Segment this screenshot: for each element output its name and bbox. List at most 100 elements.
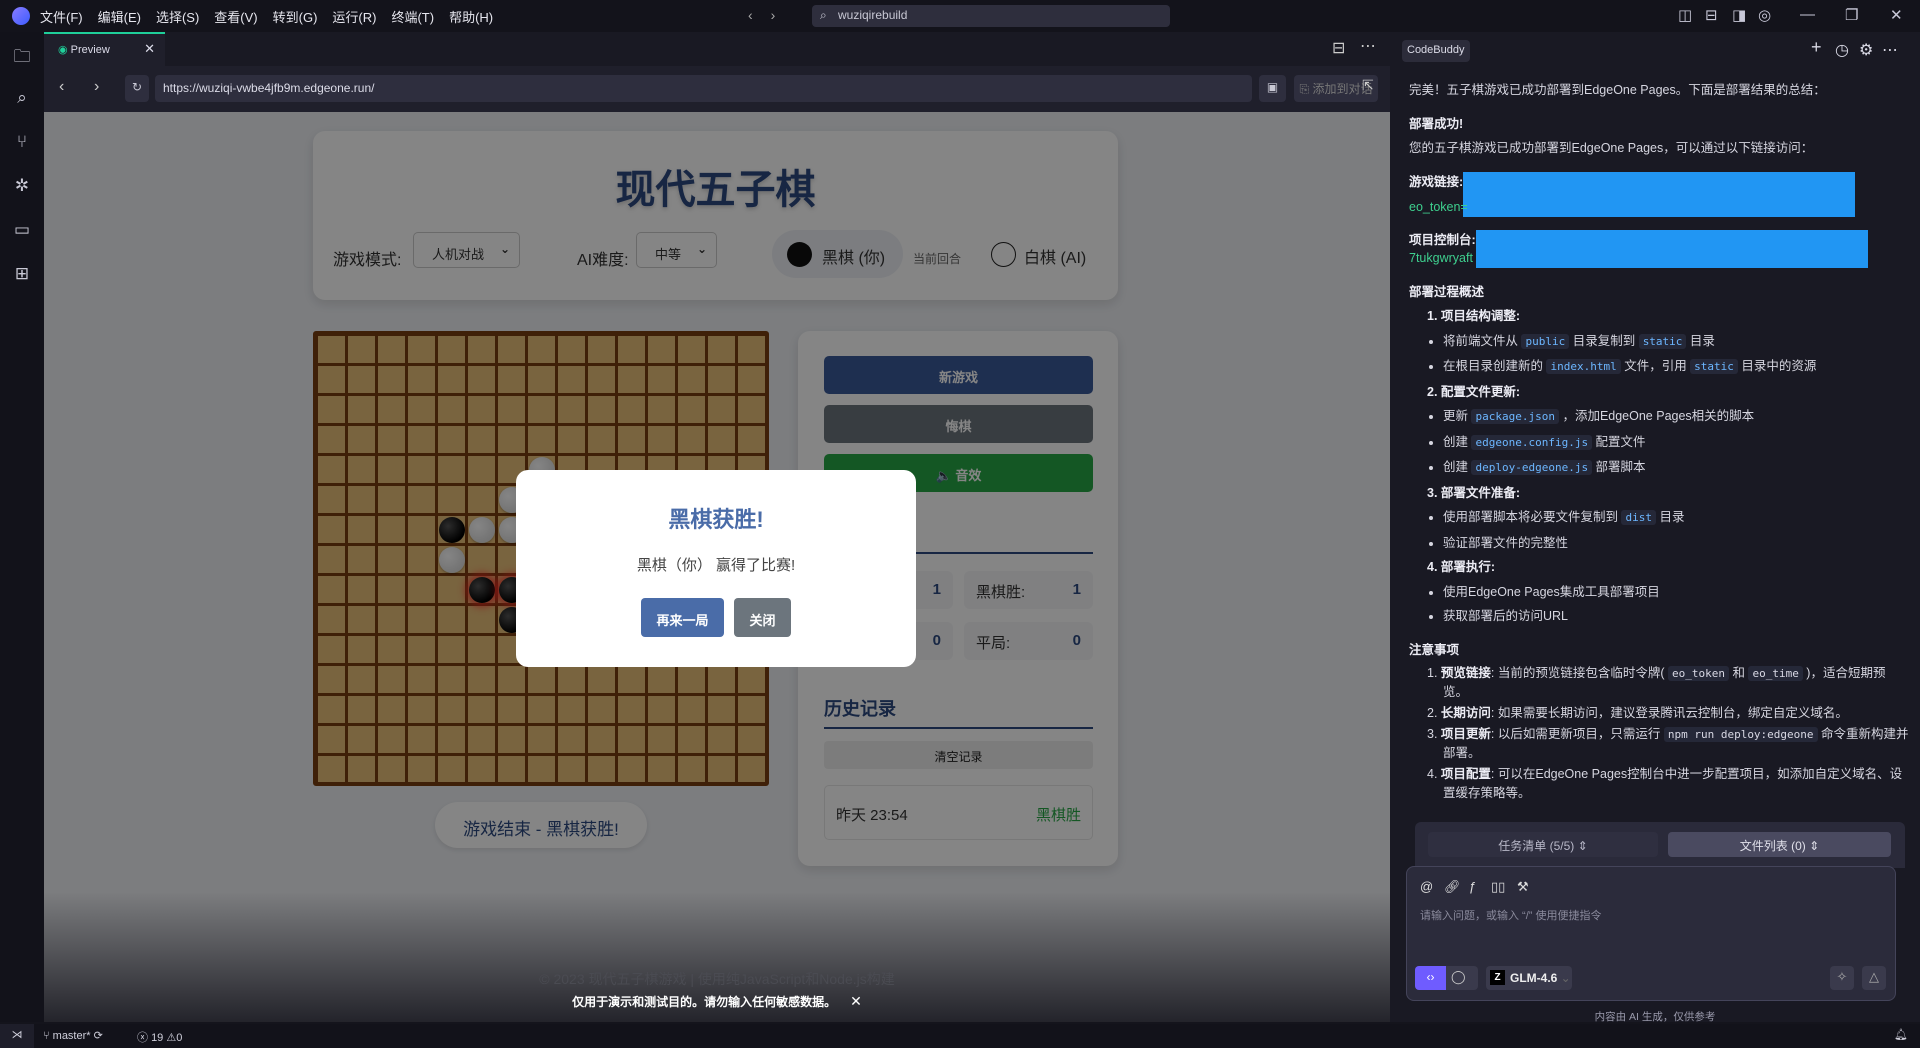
codebuddy-tab[interactable]: CodeBuddy [1402, 40, 1470, 62]
chat-input-box[interactable]: @ 🔗︎ ƒ ▯▯ ⚒ 请输入问题，或输入 “/” 使用便捷指令 ‹› ◯ ZG… [1406, 866, 1896, 1001]
text-segment: : 当前的预览链接包含临时令牌( [1490, 666, 1669, 680]
more-actions-icon[interactable]: ⋯ [1360, 36, 1376, 56]
step-item: 4. 部署执行: [1409, 555, 1909, 580]
text-segment: : 以后如需更新项目，只需运行 [1490, 727, 1664, 741]
game-link-label: 游戏链接: [1409, 174, 1464, 189]
layout-icon[interactable]: ▣ [1259, 75, 1286, 102]
new-chat-icon[interactable]: + [1811, 37, 1822, 58]
problems-status[interactable]: ⓧ 19 ⚠0 [137, 1029, 182, 1045]
tab-preview[interactable]: ◉ Preview ✕ [44, 32, 165, 66]
warning-icon: ⚠ [166, 1032, 177, 1044]
restore-button[interactable]: ❐ [1845, 6, 1858, 24]
link-icon[interactable]: 🔗︎ [1444, 879, 1461, 895]
menu-bar: 文件(F) 编辑(E) 选择(S) 查看(V) 转到(G) 运行(R) 终端(T) 帮助(H)… [0, 0, 1920, 32]
notes-title: 注意事项 [1409, 638, 1909, 663]
text-segment: 目录 [1655, 510, 1685, 524]
preview-webview: 现代五子棋 游戏模式: 人机对战 ⌄ AI难度: 中等 ⌄ 黑棋 (你) 当前回合 … [44, 112, 1390, 1022]
step-bullets: 使用部署脚本将必要文件复制到 dist 目录验证部署文件的完整性 [1409, 505, 1909, 555]
send-icon[interactable]: △ [1862, 966, 1886, 990]
menu-item[interactable]: 帮助(H) [449, 7, 493, 26]
game-link-text[interactable]: eo_token= [1409, 200, 1468, 214]
bullet-item: 将前端文件从 public 目录复制到 static 目录 [1443, 329, 1909, 355]
intro-text: 完美！五子棋游戏已成功部署到EdgeOne Pages。下面是部署结果的总结： [1409, 83, 1826, 97]
chat-input-placeholder[interactable]: 请输入问题，或输入 “/” 使用便捷指令 [1420, 907, 1602, 923]
menu-item[interactable]: 转到(G) [273, 7, 318, 26]
page-footer: © 2023 现代五子棋游戏 | 使用纯JavaScript和Node.js构建 [539, 971, 895, 987]
close-tab-icon[interactable]: ✕ [144, 41, 155, 57]
explorer-icon[interactable]: 🗀 [11, 44, 33, 66]
note-item: 2. 长期访问: 如果需要长期访问，建议登录腾讯云控制台，绑定自定义域名。 [1427, 706, 1848, 720]
step-title-text: 项目结构调整: [1440, 309, 1521, 323]
text-segment: 目录复制到 [1569, 333, 1639, 348]
bullet-item: 创建 deploy-edgeone.js 部署脚本 [1443, 455, 1909, 481]
menu-item[interactable]: 文件(F) [40, 7, 83, 26]
minimize-button[interactable]: — [1800, 6, 1815, 23]
file-list-toggle[interactable]: 文件列表 (0) ⇕ [1668, 832, 1891, 857]
close-notice-icon[interactable]: ✕ [850, 993, 862, 1009]
model-label: GLM-4.6 [1510, 971, 1558, 985]
zhipu-logo-icon: Z [1490, 970, 1505, 985]
extensions-icon[interactable]: ⊞ [11, 264, 33, 286]
step-title-text: 部署文件准备: [1440, 485, 1521, 500]
debug-icon[interactable]: ✲ [11, 176, 33, 198]
source-control-icon[interactable]: ⑂ [11, 132, 33, 154]
text-segment: 在根目录创建新的 [1443, 359, 1547, 373]
branch-status[interactable]: ⑂ master* ⟳ [43, 1029, 103, 1042]
code-mode-icon[interactable]: ‹› [1415, 966, 1446, 990]
chat-message: 完美！五子棋游戏已成功部署到EdgeOne Pages。下面是部署结果的总结： 部… [1409, 78, 1909, 804]
toggle-sidebar-icon[interactable]: ◫ [1678, 6, 1692, 24]
open-external-icon[interactable]: ⇱ [1362, 77, 1374, 94]
back-icon[interactable]: ‹ [59, 78, 64, 96]
menu-item[interactable]: 编辑(E) [98, 7, 141, 26]
split-editor-icon[interactable]: ⊟ [1332, 38, 1345, 58]
inline-code: edgeone.config.js [1471, 434, 1593, 450]
mention-icon[interactable]: @ [1420, 879, 1433, 894]
step-bullets: 将前端文件从 public 目录复制到 static 目录在根目录创建新的 in… [1409, 329, 1909, 380]
text-segment: 使用部署脚本将必要文件复制到 [1443, 510, 1622, 524]
remote-icon[interactable]: ⋊ [0, 1024, 34, 1048]
menu-item[interactable]: 查看(V) [214, 7, 257, 26]
forward-icon[interactable]: › [94, 78, 99, 96]
error-icon: ⓧ [137, 1032, 152, 1044]
figma-icon[interactable]: ƒ [1469, 879, 1476, 894]
reload-button[interactable]: ↻ [125, 75, 149, 102]
close-dialog-button[interactable]: 关闭 [734, 598, 791, 637]
console-link-text[interactable]: 7tukgwryaft [1409, 251, 1473, 265]
activity-bar: 🗀 ⌕ ⑂ ✲ ▭ ⊞ [0, 32, 44, 1022]
url-input[interactable]: https://wuziqi-vwbe4jfb9m.edgeone.run/ [155, 75, 1252, 102]
model-select[interactable]: Z GLM-4.6 ⌄ [1486, 966, 1572, 990]
menu-item[interactable]: 终端(T) [391, 7, 434, 26]
mode-toggle[interactable]: ‹› ◯ [1415, 966, 1478, 990]
inline-code: package.json [1471, 409, 1559, 424]
note-title: 项目配置 [1440, 767, 1491, 781]
knowledge-book-icon[interactable]: ▯▯ [1491, 879, 1505, 895]
text-segment: 将前端文件从 [1443, 333, 1522, 348]
more-icon[interactable]: ⋯ [1882, 40, 1898, 60]
history-nav-arrows[interactable]: ‹› [748, 7, 793, 23]
close-window-button[interactable]: ✕ [1890, 6, 1903, 24]
search-text: wuziqirebuild [838, 8, 908, 22]
chat-mode-icon[interactable]: ◯ [1451, 969, 1466, 985]
notifications-bell-icon[interactable]: 🔔︎ [1894, 1028, 1908, 1041]
toggle-secondary-sidebar-icon[interactable]: ◨ [1732, 6, 1746, 24]
enhance-prompt-icon[interactable]: ✧ [1830, 966, 1854, 990]
remote-preview-icon[interactable]: ▭ [11, 220, 33, 242]
search-icon[interactable]: ⌕ [11, 88, 33, 110]
dialog-message: 黑棋（你） 赢得了比赛! [636, 557, 796, 574]
account-icon[interactable]: ◎ [1758, 6, 1771, 24]
toggle-panel-icon[interactable]: ⊟ [1705, 6, 1718, 24]
play-again-button[interactable]: 再来一局 [641, 598, 724, 637]
game-link-block: 游戏链接: [1409, 170, 1909, 217]
tools-icon[interactable]: ⚒ [1517, 879, 1529, 895]
text-segment: 更新 [1443, 409, 1472, 423]
command-search[interactable]: ⌕ wuziqirebuild [812, 5, 1170, 27]
task-list-toggle[interactable]: 任务清单 (5/5) ⇕ [1428, 832, 1658, 857]
settings-gear-icon[interactable]: ⚙ [1859, 40, 1873, 60]
step-item: 3. 部署文件准备: [1409, 481, 1909, 506]
menu-item[interactable]: 选择(S) [156, 7, 199, 26]
history-icon[interactable]: ◷ [1835, 40, 1849, 60]
menu-item[interactable]: 运行(R) [332, 7, 376, 26]
